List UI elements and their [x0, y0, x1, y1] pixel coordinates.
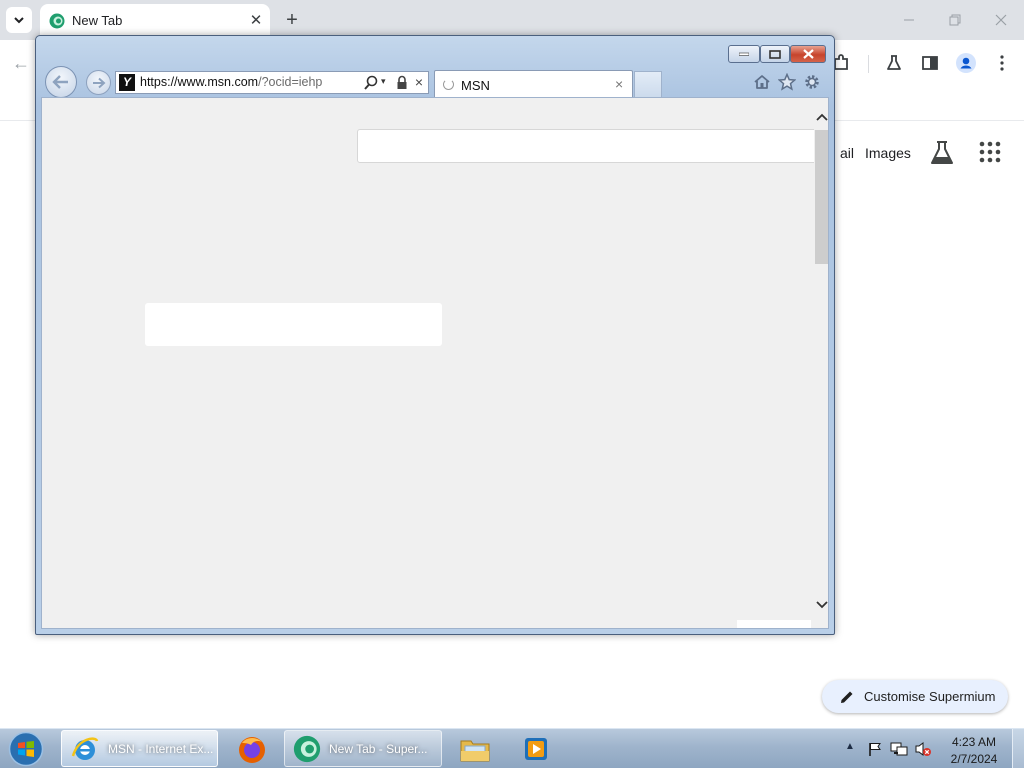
profile-button[interactable]: [955, 52, 977, 74]
show-desktop-button[interactable]: [1012, 729, 1024, 768]
msn-loading-placeholder: [145, 303, 442, 346]
dropdown-arrow-icon[interactable]: ▾: [381, 76, 391, 90]
close-icon: [802, 49, 814, 59]
volume-muted-icon: [915, 742, 931, 756]
msn-content-tile: [737, 620, 811, 628]
gmail-link[interactable]: ail: [834, 145, 854, 161]
ie-vertical-scrollbar[interactable]: [814, 98, 828, 628]
url-suffix: /?ocid=iehp: [258, 75, 323, 89]
close-tab-icon[interactable]: ✕: [246, 10, 266, 30]
start-button[interactable]: [7, 731, 45, 767]
star-icon: [778, 73, 796, 91]
chevron-up-icon: [816, 113, 828, 121]
taskbar-item-explorer[interactable]: [454, 730, 496, 767]
background-tab-strip: New Tab ✕ +: [0, 0, 1024, 40]
supermium-logo-icon: [49, 13, 65, 29]
clock-time[interactable]: 4:23 AM: [944, 735, 1004, 749]
scroll-thumb[interactable]: [815, 130, 828, 264]
apps-grid-icon: [979, 141, 1001, 163]
network-tray[interactable]: [890, 740, 908, 758]
flask-icon: [887, 55, 901, 70]
stop-icon[interactable]: ×: [412, 74, 426, 91]
taskbar-item-firefox[interactable]: [230, 730, 274, 767]
side-panel-icon: [922, 56, 938, 70]
ie-tools-button[interactable]: [802, 72, 822, 92]
minimize-icon: [739, 52, 749, 56]
menu-button[interactable]: [991, 52, 1013, 74]
ie-home-button[interactable]: [752, 72, 772, 92]
back-button[interactable]: ←: [10, 52, 32, 74]
gear-icon: [805, 75, 819, 89]
images-link[interactable]: Images: [865, 145, 911, 161]
volume-tray[interactable]: [914, 740, 932, 758]
internet-explorer-window: Y https://www.msn.com/?ocid=iehp ▾ × MSN…: [35, 35, 835, 635]
ie-restore-button[interactable]: [760, 45, 790, 63]
ie-back-button[interactable]: [45, 66, 77, 98]
more-vert-icon: [1000, 55, 1004, 71]
taskbar-item-supermium[interactable]: New Tab - Super...: [284, 730, 442, 767]
chevron-down-icon: [816, 601, 828, 609]
url-prefix: https://www.: [140, 75, 208, 89]
ie-address-bar[interactable]: Y https://www.msn.com/?ocid=iehp ▾ ×: [115, 71, 429, 94]
supermium-logo-icon: [293, 735, 321, 762]
home-icon: [754, 75, 770, 89]
search-icon[interactable]: [363, 74, 379, 91]
side-panel-button[interactable]: [919, 52, 941, 74]
google-apps-button[interactable]: [979, 141, 1001, 163]
ie-url-text[interactable]: https://www.msn.com/?ocid=iehp: [140, 75, 322, 89]
restore-button[interactable]: [933, 6, 977, 34]
msn-search-input[interactable]: [357, 129, 817, 163]
ie-tab-msn[interactable]: MSN ×: [434, 70, 633, 98]
arrow-left-icon: [52, 75, 68, 89]
ie-new-tab-button[interactable]: [634, 71, 662, 98]
flag-icon: [869, 743, 881, 756]
lock-icon[interactable]: [396, 75, 408, 90]
url-domain: msn.com: [207, 75, 259, 89]
close-window-button[interactable]: [979, 6, 1023, 34]
ie-page-content: [41, 97, 829, 629]
show-hidden-icons-button[interactable]: ▲: [845, 741, 857, 755]
chevron-down-icon: [14, 17, 24, 24]
media-player-icon: [525, 737, 547, 760]
new-tab-button[interactable]: +: [280, 8, 304, 32]
taskbar: MSN - Internet Ex... New Tab - Super... …: [0, 728, 1024, 768]
clock-date[interactable]: 2/7/2024: [944, 752, 1004, 766]
ie-tab-title: MSN: [461, 78, 490, 93]
taskbar-item-label: New Tab - Super...: [329, 741, 428, 756]
windows-logo-icon: [8, 731, 44, 767]
taskbar-item-label: MSN - Internet Ex...: [108, 741, 214, 756]
labs-button[interactable]: [930, 140, 954, 166]
ie-favorites-button[interactable]: [777, 72, 797, 92]
firefox-icon: [239, 736, 265, 763]
ie-forward-button[interactable]: [86, 70, 111, 95]
action-center-tray[interactable]: [866, 740, 884, 758]
ie-tab-close-icon[interactable]: ×: [615, 76, 623, 92]
flask-icon: [931, 141, 953, 164]
restore-icon: [769, 49, 781, 59]
ie-close-button[interactable]: [790, 45, 826, 63]
toolbar-separator: [868, 55, 869, 73]
taskbar-item-media-player[interactable]: [515, 730, 557, 767]
arrow-right-icon: [92, 77, 105, 88]
loading-spinner-icon: [443, 79, 454, 90]
folder-icon: [460, 740, 490, 761]
avatar-icon: [956, 53, 976, 73]
scroll-down-button[interactable]: [814, 598, 828, 612]
minimize-icon: [904, 19, 914, 21]
customise-button[interactable]: Customise Supermium: [822, 680, 1008, 713]
restore-icon: [949, 14, 961, 26]
taskbar-item-internet-explorer[interactable]: MSN - Internet Ex...: [61, 730, 218, 767]
scroll-up-button[interactable]: [814, 110, 828, 124]
labs-toolbar-button[interactable]: [883, 52, 905, 74]
internet-explorer-icon: [71, 736, 99, 760]
network-icon: [890, 742, 908, 756]
customise-label: Customise Supermium: [864, 689, 996, 704]
ie-minimize-button[interactable]: [728, 45, 760, 63]
msn-favicon-icon: Y: [119, 74, 135, 91]
minimize-button[interactable]: [887, 6, 931, 34]
close-icon: [995, 14, 1007, 26]
tab-search-button[interactable]: [6, 7, 32, 33]
pencil-icon: [841, 691, 853, 703]
background-tab-title: New Tab: [72, 13, 123, 28]
